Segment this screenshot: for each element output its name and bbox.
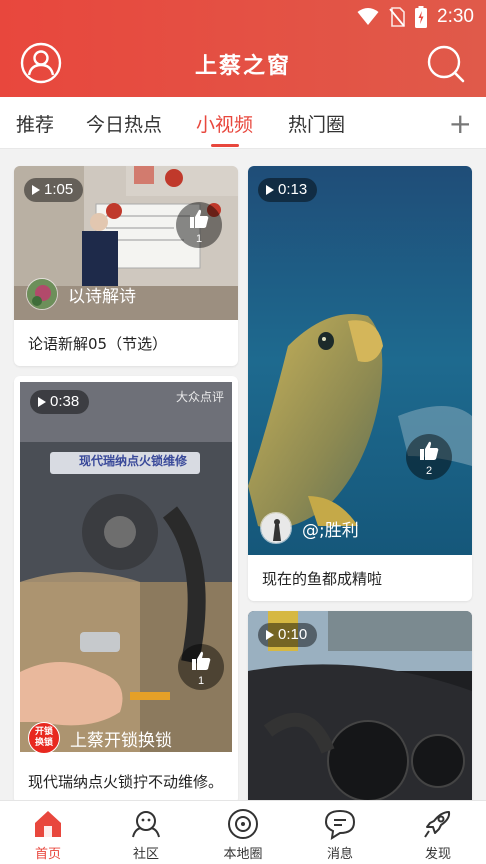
video-card[interactable]: 0:13 2 @;胜利 现在的鱼都成精啦 [248, 166, 472, 601]
video-feed[interactable]: 1:05 1 以诗解诗 论语新解05（节选） 0:13 2 @;胜利 现在的鱼都… [0, 150, 486, 800]
nav-discover[interactable]: 发现 [398, 807, 478, 862]
watermark: 大众点评 [175, 390, 224, 404]
tab-recommend[interactable]: 推荐 [16, 110, 54, 137]
nav-message[interactable]: 消息 [300, 807, 380, 862]
play-icon [266, 185, 274, 195]
video-thumbnail-image [248, 166, 472, 555]
video-card[interactable]: 1:05 1 以诗解诗 论语新解05（节选） [14, 166, 238, 366]
thumbs-up-icon [192, 651, 211, 670]
status-bar: 2:30 [0, 0, 486, 30]
bottom-nav: 首页 社区 本地圈 消息 发现 [0, 800, 486, 864]
video-overlay-text: 现代瑞纳点火锁维修 [78, 454, 187, 468]
video-thumbnail[interactable]: 0:38 大众点评 现代瑞纳点火锁维修 1 开锁换锁 上蔡开锁换锁 [14, 376, 238, 758]
title-bar: 上蔡之窗 [0, 36, 486, 94]
community-icon [132, 811, 160, 838]
rocket-icon [424, 811, 451, 838]
play-icon [32, 185, 40, 195]
thumbs-up-icon [190, 209, 209, 228]
like-count: 1 [195, 233, 203, 245]
avatar [26, 278, 58, 310]
avatar: 开锁换锁 [28, 722, 60, 754]
video-thumbnail[interactable]: 0:13 2 @;胜利 [248, 166, 472, 555]
video-author[interactable]: @;胜利 [260, 512, 359, 544]
video-card[interactable]: 0:38 大众点评 现代瑞纳点火锁维修 1 开锁换锁 上蔡开锁换锁 现代瑞纳点火… [14, 376, 238, 800]
video-title[interactable]: 论语新解05（节选） [14, 320, 238, 366]
video-card[interactable]: 0:10 [248, 611, 472, 800]
like-button[interactable]: 1 [178, 644, 224, 690]
tab-active-indicator [211, 144, 239, 147]
video-duration: 1:05 [24, 178, 84, 202]
status-icons: 2:30 [357, 6, 474, 28]
video-title[interactable]: 现代瑞纳点火锁拧不动维修。 [14, 758, 238, 800]
battery-icon [415, 6, 428, 28]
video-duration: 0:10 [258, 623, 318, 647]
add-tab-button[interactable]: + [449, 107, 472, 140]
author-name: 以诗解诗 [68, 286, 136, 307]
tab-today-hot[interactable]: 今日热点 [86, 110, 162, 137]
header: 2:30 上蔡之窗 [0, 0, 486, 97]
nav-home[interactable]: 首页 [8, 807, 88, 862]
category-tabs: 推荐 今日热点 小视频 热门圈 + [0, 97, 486, 149]
no-sim-icon [389, 7, 405, 27]
nav-community[interactable]: 社区 [106, 807, 186, 862]
like-button[interactable]: 2 [406, 434, 452, 480]
like-button[interactable]: 1 [176, 202, 222, 248]
video-duration: 0:13 [258, 178, 318, 202]
like-count: 1 [197, 675, 205, 687]
author-badge: 开锁换锁 [34, 727, 53, 748]
home-icon [35, 811, 61, 837]
thumbs-up-icon [420, 441, 439, 460]
video-author[interactable]: 开锁换锁 上蔡开锁换锁 [28, 722, 172, 754]
author-name: 上蔡开锁换锁 [70, 730, 172, 751]
video-thumbnail[interactable]: 1:05 1 以诗解诗 [14, 166, 238, 320]
app-title: 上蔡之窗 [194, 54, 291, 79]
tab-hot-circle[interactable]: 热门圈 [288, 110, 345, 137]
avatar [260, 512, 292, 544]
status-time: 2:30 [437, 6, 474, 27]
search-button[interactable] [426, 44, 466, 84]
video-duration: 0:38 [30, 390, 90, 414]
wifi-icon [357, 8, 379, 25]
search-icon [427, 45, 465, 83]
video-thumbnail-image [20, 382, 232, 752]
video-title[interactable]: 现在的鱼都成精啦 [248, 555, 472, 601]
local-circle-icon [228, 809, 258, 839]
message-icon [324, 809, 356, 840]
like-count: 2 [425, 465, 433, 477]
video-thumbnail[interactable]: 0:10 [248, 611, 472, 800]
app-root: 2:30 上蔡之窗 推荐 今日热点 小视频 热门圈 + 1:05 1 以诗解诗 … [0, 0, 486, 864]
play-icon [266, 630, 274, 640]
video-author[interactable]: 以诗解诗 [26, 278, 136, 310]
tab-short-video[interactable]: 小视频 [196, 110, 253, 137]
play-icon [38, 397, 46, 407]
nav-local-circle[interactable]: 本地圈 [203, 807, 283, 862]
author-name: @;胜利 [302, 520, 359, 541]
